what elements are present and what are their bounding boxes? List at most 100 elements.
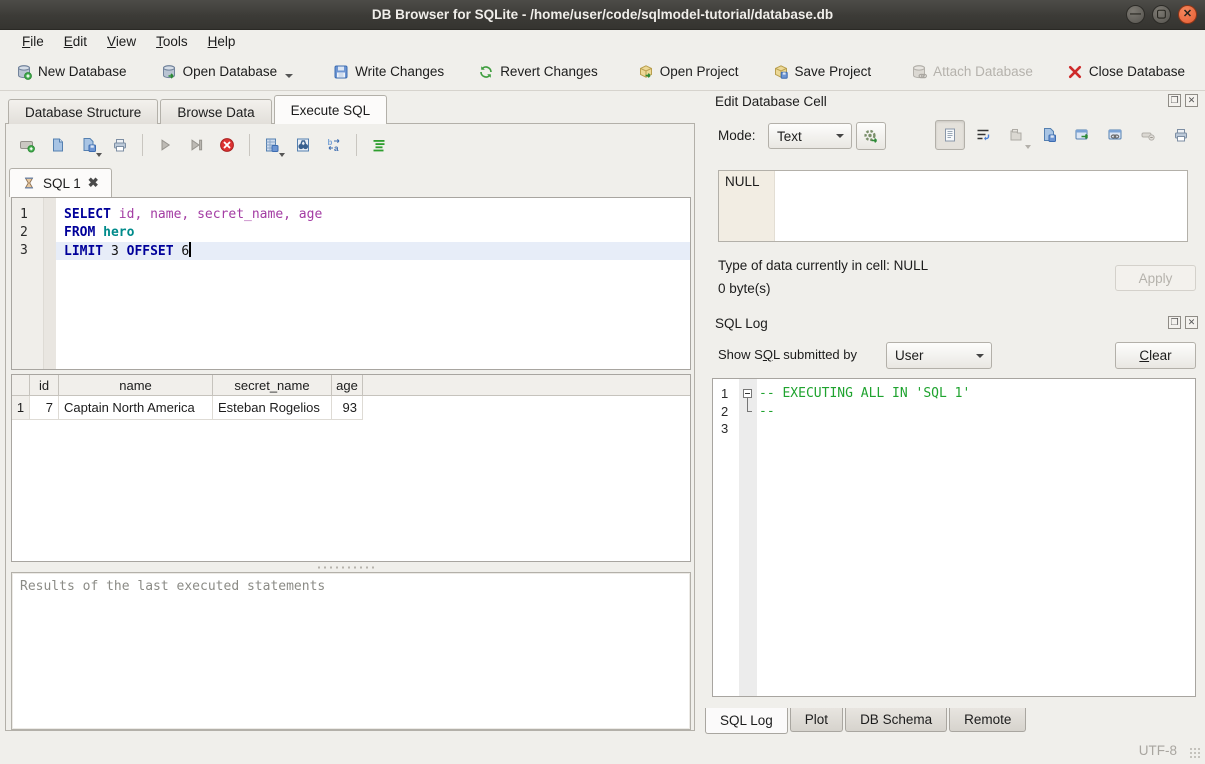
dock-tab-sql-log[interactable]: SQL Log [705, 708, 788, 734]
column-header-secret-name[interactable]: secret_name [213, 375, 332, 395]
code-line[interactable]: LIMIT 3 OFFSET 6 [56, 242, 690, 260]
revert-changes-button[interactable]: Revert Changes [468, 59, 608, 85]
cell-value-editor[interactable]: NULL [718, 170, 1188, 242]
tab-browse-data[interactable]: Browse Data [160, 99, 271, 124]
mode-select[interactable]: Text [768, 123, 852, 149]
cell-size-info: 0 byte(s) [718, 281, 771, 296]
log-line [757, 420, 1195, 438]
line-number: 3 [12, 242, 43, 260]
close-icon[interactable]: ✕ [1178, 5, 1197, 24]
fold-margin [44, 198, 56, 369]
code-token: 6 [181, 244, 189, 259]
column-header-id[interactable]: id [30, 375, 59, 395]
code-line[interactable]: SELECT id, name, secret_name, age [56, 206, 690, 224]
sql-code-lines[interactable]: SELECT id, name, secret_name, ageFROM he… [56, 198, 690, 369]
word-wrap-icon[interactable] [968, 120, 998, 150]
sql-log-title: SQL Log [715, 316, 768, 331]
apply-button: Apply [1115, 265, 1196, 291]
chevron-down-icon [976, 354, 984, 358]
format-sql-icon[interactable] [366, 132, 392, 158]
float-panel-icon[interactable]: ❐ [1168, 94, 1181, 107]
open-sql-tab-icon[interactable] [14, 132, 40, 158]
table-cell[interactable]: Esteban Rogelios [213, 396, 332, 420]
text-view-icon[interactable] [935, 120, 965, 150]
export-results-icon[interactable] [259, 132, 285, 158]
fold-collapse-icon[interactable] [743, 389, 752, 398]
dropdown-caret-icon[interactable] [96, 153, 102, 157]
close-database-button[interactable]: Close Database [1057, 59, 1195, 85]
export-data-icon[interactable] [1034, 120, 1064, 150]
chevron-down-icon [836, 134, 844, 138]
results-message[interactable]: Results of the last executed statements [11, 572, 691, 730]
import-data-icon [1001, 120, 1031, 150]
sql-doc-tabbar: SQL 1 ✖ [9, 168, 112, 197]
maximize-icon[interactable]: ▢ [1152, 5, 1171, 24]
new-database-button[interactable]: New Database [6, 59, 137, 85]
open-database-button[interactable]: Open Database [151, 59, 304, 85]
column-header-age[interactable]: age [332, 375, 363, 395]
table-cell[interactable]: 1 [12, 396, 30, 420]
right-panel: Edit Database Cell ❐ ✕ Mode: Text NULL T… [703, 92, 1205, 734]
sql-log-view[interactable]: 123 -- EXECUTING ALL IN 'SQL 1'-- [712, 378, 1196, 697]
execute-sql-pane: ba SQL 1 ✖ 123 SELECT id, name, secret_n… [5, 123, 695, 731]
code-line[interactable]: FROM hero [56, 224, 690, 242]
clear-log-button[interactable]: Clear [1115, 342, 1196, 369]
tab-execute-sql[interactable]: Execute SQL [274, 95, 388, 124]
link-icon[interactable] [1100, 120, 1130, 150]
execute-all-icon[interactable] [152, 132, 178, 158]
attach-database-icon [911, 64, 927, 80]
log-filter-select[interactable]: User [886, 342, 992, 369]
close-panel-icon[interactable]: ✕ [1185, 94, 1198, 107]
menu-view[interactable]: View [97, 32, 146, 51]
table-cell[interactable]: 93 [332, 396, 363, 420]
menubar: File Edit View Tools Help [0, 30, 1205, 53]
print-icon[interactable] [1166, 120, 1196, 150]
menu-file[interactable]: File [12, 32, 54, 51]
dock-tab-remote[interactable]: Remote [949, 708, 1026, 732]
log-line-numbers: 123 [713, 379, 739, 696]
svg-text:a: a [334, 144, 339, 153]
open-project-button[interactable]: Open Project [628, 59, 749, 85]
open-external-icon[interactable] [1067, 120, 1097, 150]
sql-code-editor[interactable]: 123 SELECT id, name, secret_name, ageFRO… [11, 197, 691, 370]
log-line: -- [757, 403, 1195, 421]
dropdown-caret-icon[interactable] [279, 153, 285, 157]
open-sql-file-icon[interactable] [45, 132, 71, 158]
replace-icon[interactable]: ba [321, 132, 347, 158]
dock-tab-plot[interactable]: Plot [790, 708, 843, 732]
table-row[interactable]: 17Captain North AmericaEsteban Rogelios9… [12, 396, 690, 420]
dropdown-caret-icon[interactable] [285, 74, 293, 78]
tab-database-structure[interactable]: Database Structure [8, 99, 158, 124]
toolbar-separator [142, 134, 143, 156]
save-sql-file-icon[interactable] [76, 132, 102, 158]
splitter-handle[interactable] [316, 565, 376, 570]
close-panel-icon[interactable]: ✕ [1185, 316, 1198, 329]
float-panel-icon[interactable]: ❐ [1168, 316, 1181, 329]
table-cell[interactable]: Captain North America [59, 396, 213, 420]
print-icon[interactable] [107, 132, 133, 158]
apply-format-button[interactable] [856, 122, 886, 150]
save-project-button[interactable]: Save Project [763, 59, 882, 85]
stop-icon[interactable] [214, 132, 240, 158]
menu-help[interactable]: Help [198, 32, 246, 51]
sql-editor-toolbar: ba [14, 130, 392, 160]
find-icon[interactable] [290, 132, 316, 158]
close-tab-icon[interactable]: ✖ [88, 175, 99, 191]
execute-line-icon[interactable] [183, 132, 209, 158]
revert-changes-icon [478, 64, 494, 80]
save-project-icon [773, 64, 789, 80]
log-line-number: 3 [713, 420, 739, 438]
resize-grip[interactable] [1189, 747, 1201, 759]
column-header-name[interactable]: name [59, 375, 213, 395]
sql-doc-tab[interactable]: SQL 1 ✖ [9, 168, 112, 197]
dock-tab-db-schema[interactable]: DB Schema [845, 708, 947, 732]
table-cell[interactable]: 7 [30, 396, 59, 420]
menu-tools[interactable]: Tools [146, 32, 198, 51]
log-fold-margin [739, 379, 757, 696]
corner-header-cell[interactable] [12, 375, 30, 395]
menu-edit[interactable]: Edit [54, 32, 97, 51]
cell-edit-area[interactable] [775, 171, 1187, 241]
write-changes-button[interactable]: Write Changes [323, 59, 454, 85]
minimize-icon[interactable]: — [1126, 5, 1145, 24]
code-token: id, name, secret_name, age [119, 207, 323, 222]
